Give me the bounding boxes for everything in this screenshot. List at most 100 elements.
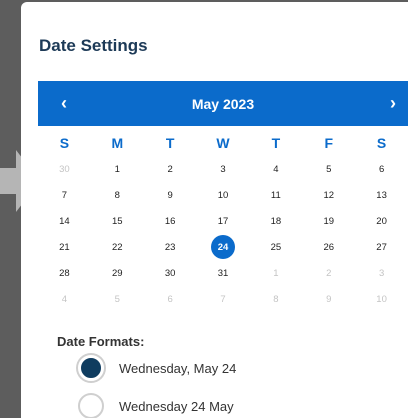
calendar-day[interactable]: 22 xyxy=(91,234,144,260)
calendar-day-number: 21 xyxy=(59,241,70,253)
calendar-day-selected[interactable]: 24 xyxy=(197,234,250,260)
format-option-2[interactable]: Wednesday 24 May xyxy=(78,392,234,418)
radio-button[interactable] xyxy=(78,355,104,381)
calendar-day[interactable]: 13 xyxy=(355,182,408,208)
calendar-day[interactable]: 2 xyxy=(144,156,197,182)
calendar-day-number: 30 xyxy=(164,267,176,279)
calendar-day-number: 9 xyxy=(326,293,332,305)
calendar-day[interactable]: 3 xyxy=(197,156,250,182)
calendar-day[interactable]: 2 xyxy=(302,260,355,286)
calendar-day[interactable]: 30 xyxy=(38,156,91,182)
calendar-day[interactable]: 29 xyxy=(91,260,144,286)
calendar-day[interactable]: 8 xyxy=(249,286,302,312)
calendar-day-number: 29 xyxy=(112,267,123,279)
calendar-day-number: 3 xyxy=(220,163,226,175)
calendar-week-row: 21 22 23 24 25 26 27 xyxy=(38,234,408,260)
weekday-label: S xyxy=(59,135,70,151)
calendar-day[interactable]: 9 xyxy=(302,286,355,312)
calendar-day[interactable]: 9 xyxy=(144,182,197,208)
calendar-day-number: 8 xyxy=(273,293,279,305)
calendar-grid: SMTWTFS 30 1 2 3 4 5 6 7 8 9 10 11 12 13 14 15 16 17 18 19 2… xyxy=(38,130,408,312)
calendar-day[interactable]: 1 xyxy=(91,156,144,182)
calendar-day[interactable]: 1 xyxy=(249,260,302,286)
calendar-day-number: 22 xyxy=(112,241,123,253)
radio-button[interactable] xyxy=(78,393,104,418)
calendar-day-number: 4 xyxy=(273,163,279,175)
calendar-day-number: 24 xyxy=(217,241,229,253)
calendar-week-row: 28 29 30 31 1 2 3 xyxy=(38,260,408,286)
calendar-day[interactable]: 21 xyxy=(38,234,91,260)
weekday-header-row: SMTWTFS xyxy=(38,130,408,156)
calendar-day-number: 3 xyxy=(378,267,385,279)
calendar-day[interactable]: 5 xyxy=(91,286,144,312)
calendar-day[interactable]: 23 xyxy=(144,234,197,260)
calendar-day-number: 27 xyxy=(376,241,387,253)
calendar-day-number: 11 xyxy=(270,189,281,201)
calendar-day-number: 28 xyxy=(59,267,70,279)
calendar-day[interactable]: 4 xyxy=(38,286,91,312)
calendar-day[interactable]: 11 xyxy=(249,182,302,208)
calendar-week-row: 7 8 9 10 11 12 13 xyxy=(38,182,408,208)
calendar-day-number: 10 xyxy=(376,293,387,305)
calendar-header: May 2023 ‹ › xyxy=(38,81,408,126)
calendar-day[interactable]: 19 xyxy=(302,208,355,234)
calendar-day-number: 12 xyxy=(323,189,335,201)
calendar-week-row: 4 5 6 7 8 9 10 xyxy=(38,286,408,312)
calendar-day[interactable]: 5 xyxy=(302,156,355,182)
calendar-day[interactable]: 14 xyxy=(38,208,91,234)
format-option-label: Wednesday 24 May xyxy=(119,398,234,414)
calendar-day[interactable]: 27 xyxy=(355,234,408,260)
format-option-label: Wednesday, May 24 xyxy=(119,360,237,376)
calendar-day-number: 7 xyxy=(61,189,68,201)
calendar-week-row: 14 15 16 17 18 19 20 xyxy=(38,208,408,234)
calendar-day[interactable]: 30 xyxy=(144,260,197,286)
calendar-day-number: 10 xyxy=(217,189,229,201)
calendar-day-number: 1 xyxy=(114,163,120,175)
calendar-day[interactable]: 28 xyxy=(38,260,91,286)
calendar-day[interactable]: 10 xyxy=(355,286,408,312)
dialog-title: Date Settings xyxy=(39,36,148,55)
weekday-label: S xyxy=(376,135,387,151)
calendar-day[interactable]: 15 xyxy=(91,208,144,234)
calendar-day[interactable]: 16 xyxy=(144,208,197,234)
chevron-right-icon[interactable]: › xyxy=(373,81,408,126)
format-option-1[interactable]: Wednesday, May 24 xyxy=(78,354,236,382)
prev-month-glyph: ‹ xyxy=(61,93,67,113)
calendar-day[interactable]: 10 xyxy=(197,182,250,208)
calendar-day-number: 17 xyxy=(217,215,229,227)
calendar-day-number: 13 xyxy=(376,189,387,201)
chevron-left-icon[interactable]: ‹ xyxy=(44,81,84,126)
calendar-day-number: 16 xyxy=(164,215,176,227)
calendar-day-number: 5 xyxy=(326,163,332,175)
calendar-day-number: 4 xyxy=(61,293,68,305)
calendar-day[interactable]: 6 xyxy=(355,156,408,182)
calendar-week-row: 30 1 2 3 4 5 6 xyxy=(38,156,408,182)
calendar-day[interactable]: 31 xyxy=(197,260,250,286)
date-settings-dialog: Date Settings May 2023 ‹ › SMTWTFS 30 1 2 3… xyxy=(21,2,408,418)
calendar-day-number: 5 xyxy=(114,293,120,305)
weekday-label: M xyxy=(111,135,124,151)
calendar-day-number: 8 xyxy=(114,189,120,201)
calendar-day-number: 15 xyxy=(112,215,123,227)
calendar-day[interactable]: 7 xyxy=(197,286,250,312)
calendar-day-number: 19 xyxy=(323,215,335,227)
next-month-glyph: › xyxy=(390,93,396,113)
calendar-day[interactable]: 25 xyxy=(249,234,302,260)
calendar-day[interactable]: 7 xyxy=(38,182,91,208)
calendar-day-number: 20 xyxy=(376,215,387,227)
calendar-day[interactable]: 18 xyxy=(249,208,302,234)
calendar-day[interactable]: 20 xyxy=(355,208,408,234)
calendar-day[interactable]: 17 xyxy=(197,208,250,234)
calendar-day[interactable]: 4 xyxy=(249,156,302,182)
calendar-day-number: 1 xyxy=(273,267,279,279)
weekday-label: F xyxy=(324,135,333,151)
calendar-day[interactable]: 3 xyxy=(355,260,408,286)
calendar-day-number: 25 xyxy=(270,241,282,253)
calendar-day-number: 2 xyxy=(167,163,173,175)
calendar-day[interactable]: 26 xyxy=(302,234,355,260)
calendar-day-number: 14 xyxy=(59,215,70,227)
month-label: May 2023 xyxy=(191,95,255,112)
calendar-day[interactable]: 12 xyxy=(302,182,355,208)
calendar-day[interactable]: 8 xyxy=(91,182,144,208)
calendar-day[interactable]: 6 xyxy=(144,286,197,312)
